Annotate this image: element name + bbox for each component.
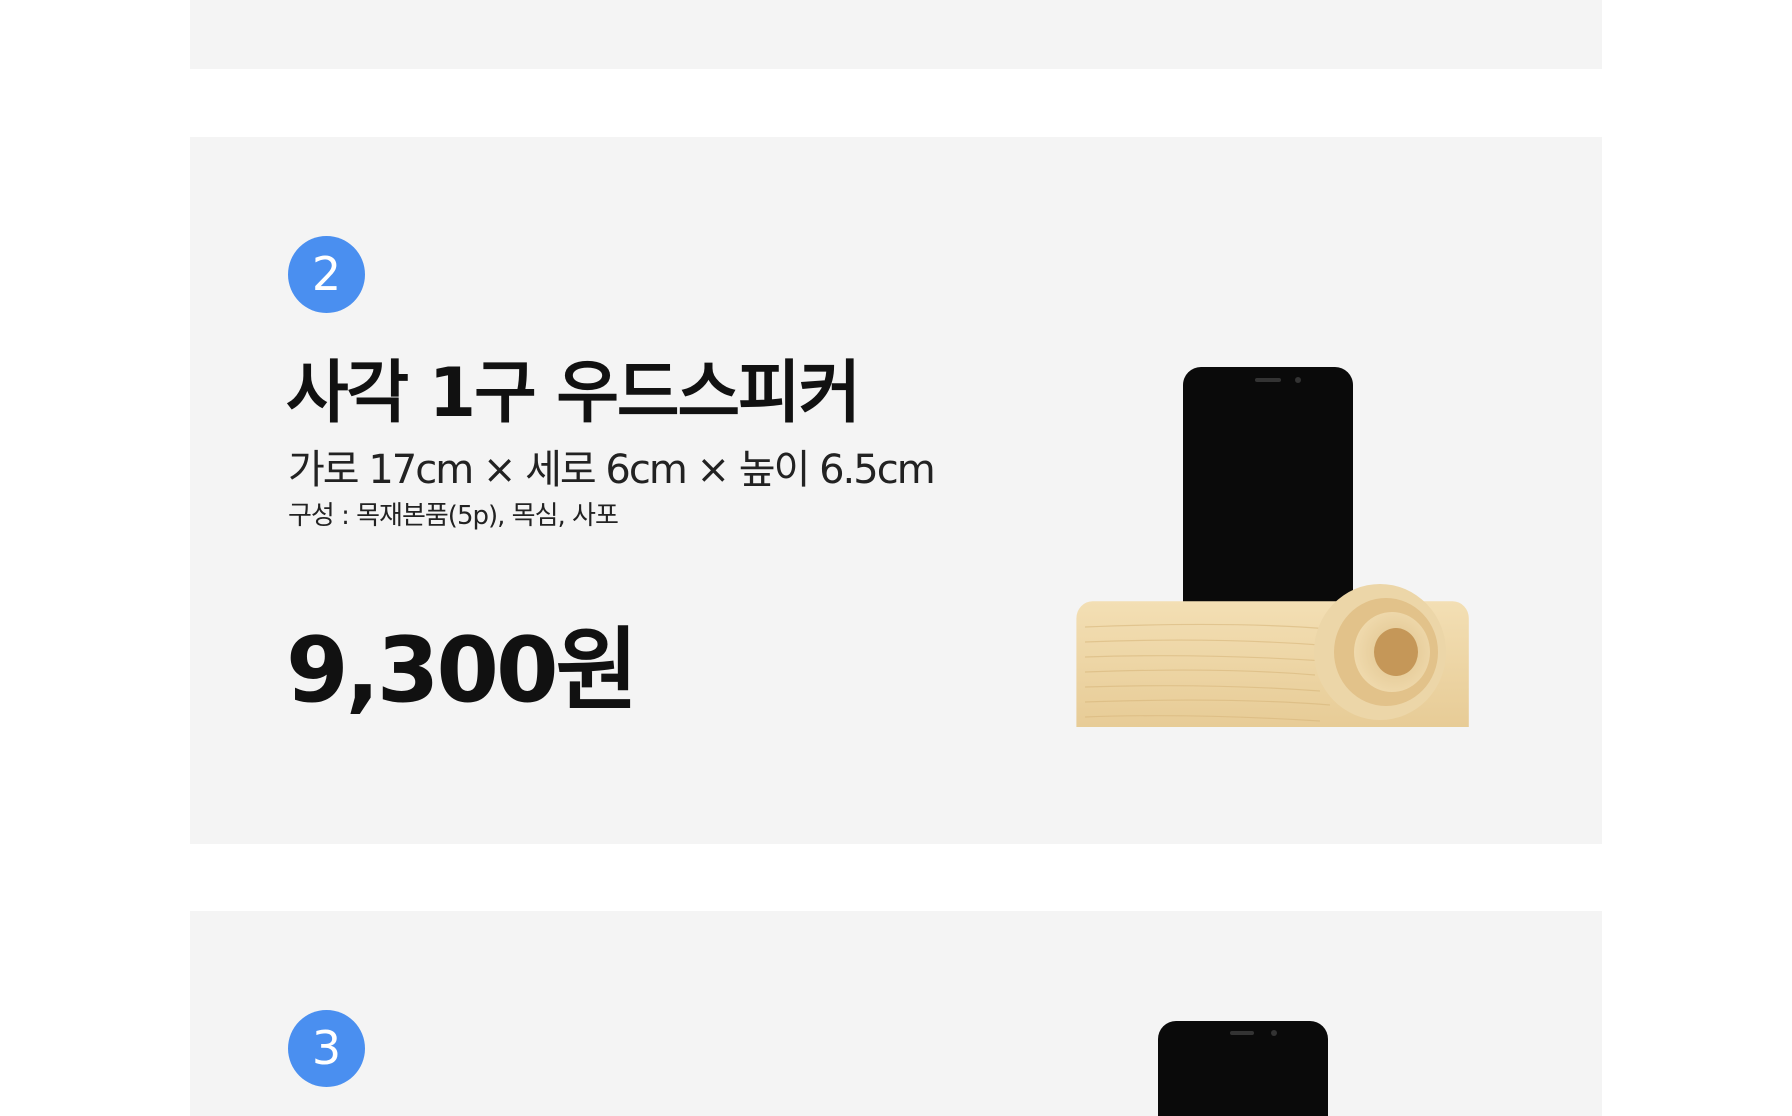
speaker-hole	[1314, 584, 1446, 720]
phone-image	[1158, 1021, 1328, 1116]
phone-speaker	[1230, 1031, 1254, 1035]
product-price: 9,300원	[286, 618, 638, 723]
phone-camera	[1271, 1030, 1277, 1036]
page: 2 사각 1구 우드스피커 가로 17cm × 세로 6cm × 높이 6.5c…	[0, 0, 1792, 1116]
phone-speaker	[1255, 378, 1281, 382]
product-composition: 구성 : 목재본품(5p), 목심, 사포	[288, 501, 619, 531]
product-card-previous	[190, 0, 1602, 69]
product-card: 2 사각 1구 우드스피커 가로 17cm × 세로 6cm × 높이 6.5c…	[190, 137, 1602, 844]
product-dimensions: 가로 17cm × 세로 6cm × 높이 6.5cm	[288, 447, 936, 493]
product-number-badge: 3	[288, 1010, 365, 1087]
wood-speaker-image	[1076, 367, 1469, 727]
phone-camera	[1295, 377, 1301, 383]
phone-body	[1158, 1021, 1328, 1116]
product-title: 사각 1구 우드스피커	[286, 354, 861, 433]
product-number-badge: 2	[288, 236, 365, 313]
product-card-next: 3	[190, 911, 1602, 1116]
